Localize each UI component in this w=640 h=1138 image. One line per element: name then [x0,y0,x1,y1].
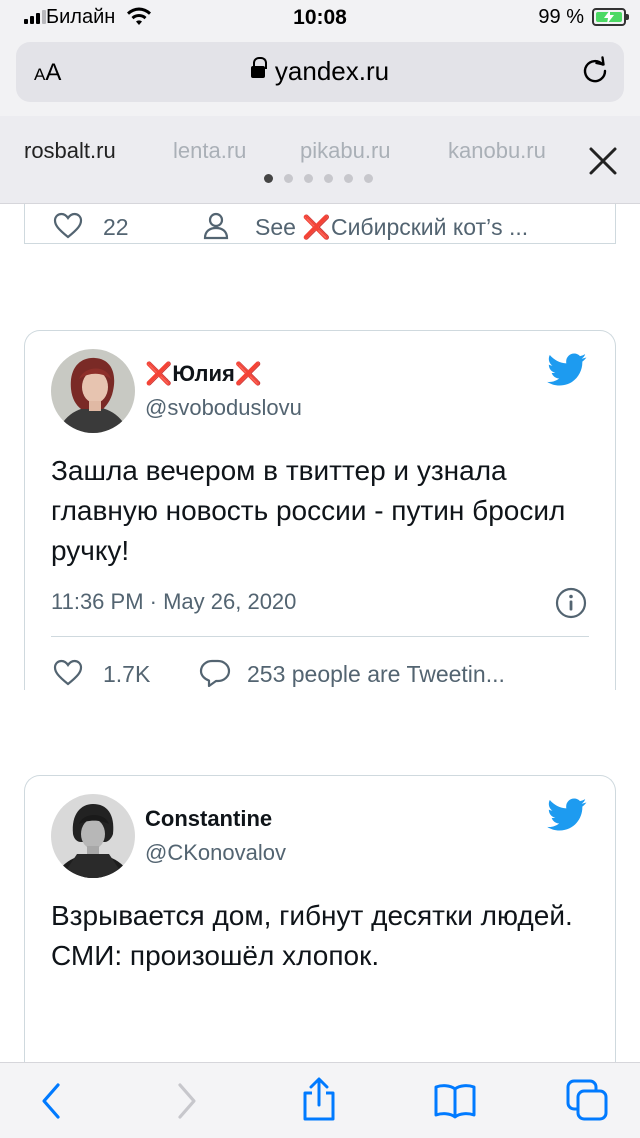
author-handle[interactable]: @CKonovalov [145,840,286,866]
tweet-text: Взрывается дом, гибнут десятки людей. СМ… [51,900,573,971]
share-icon[interactable] [300,1077,338,1123]
previous-tweet-actions: 22 See ❌Сибирский кот’s ... [53,212,613,242]
browser-address-area: AA yandex.ru [0,36,640,116]
reload-icon[interactable] [580,56,610,86]
author-handle[interactable]: @svoboduslovu [145,395,302,421]
tab-kanobu[interactable]: kanobu.ru [448,138,556,164]
author-name[interactable]: Constantine [145,806,272,832]
tab-rosbalt[interactable]: rosbalt.ru [24,138,116,164]
info-circle-icon[interactable] [555,587,587,619]
url-display[interactable]: yandex.ru [16,56,624,87]
heart-icon[interactable] [53,659,83,687]
address-bar[interactable]: AA yandex.ru [16,42,624,102]
avatar[interactable] [51,794,135,878]
heart-icon[interactable] [53,212,83,240]
browser-toolbar [0,1062,640,1138]
tab-suggestions-strip: rosbalt.ru lenta.ru pikabu.ru kanobu.ru [0,116,640,204]
tab-pikabu[interactable]: pikabu.ru [300,138,391,164]
twitter-bird-icon[interactable] [547,353,587,387]
url-text: yandex.ru [274,56,390,86]
tweet-timestamp[interactable]: 11:36 PM · May 26, 2020 [51,589,296,615]
divider [51,636,589,637]
tabs-icon[interactable] [566,1079,610,1123]
tab-lenta[interactable]: lenta.ru [173,138,246,164]
forward-icon[interactable] [172,1081,200,1121]
person-icon [203,212,229,240]
see-profile-link[interactable]: See ❌Сибирский кот’s ... [255,214,528,241]
tweet-card[interactable]: ❌Юлия❌ @svoboduslovu Зашла вечером в тви… [24,330,616,690]
avatar[interactable] [51,349,135,433]
battery-charging-icon [592,8,629,26]
tweet-actions: 1.7K 253 people are Tweetin... [53,659,613,689]
author-name[interactable]: ❌Юлия❌ [145,361,262,387]
tweet-card[interactable]: Constantine @CKonovalov Взрывается дом, … [24,775,616,1075]
status-bar: Билайн 10:08 99 % [0,0,640,36]
close-icon[interactable] [588,146,618,176]
tweet-text: Зашла вечером в твиттер и узнала главную… [51,455,566,566]
like-count: 1.7K [103,661,151,687]
discussion-link[interactable]: 253 people are Tweetin... [247,661,505,688]
twitter-bird-icon[interactable] [547,798,587,832]
like-count: 22 [103,214,129,240]
back-icon[interactable] [38,1081,66,1121]
previous-tweet-card-fragment: 22 See ❌Сибирский кот’s ... [24,204,616,244]
speech-bubble-icon[interactable] [199,659,231,687]
red-cross-emoji: ❌ [302,214,331,240]
battery-percentage: 99 % [538,6,584,28]
lock-icon [250,57,267,81]
bookmarks-icon[interactable] [434,1083,476,1119]
